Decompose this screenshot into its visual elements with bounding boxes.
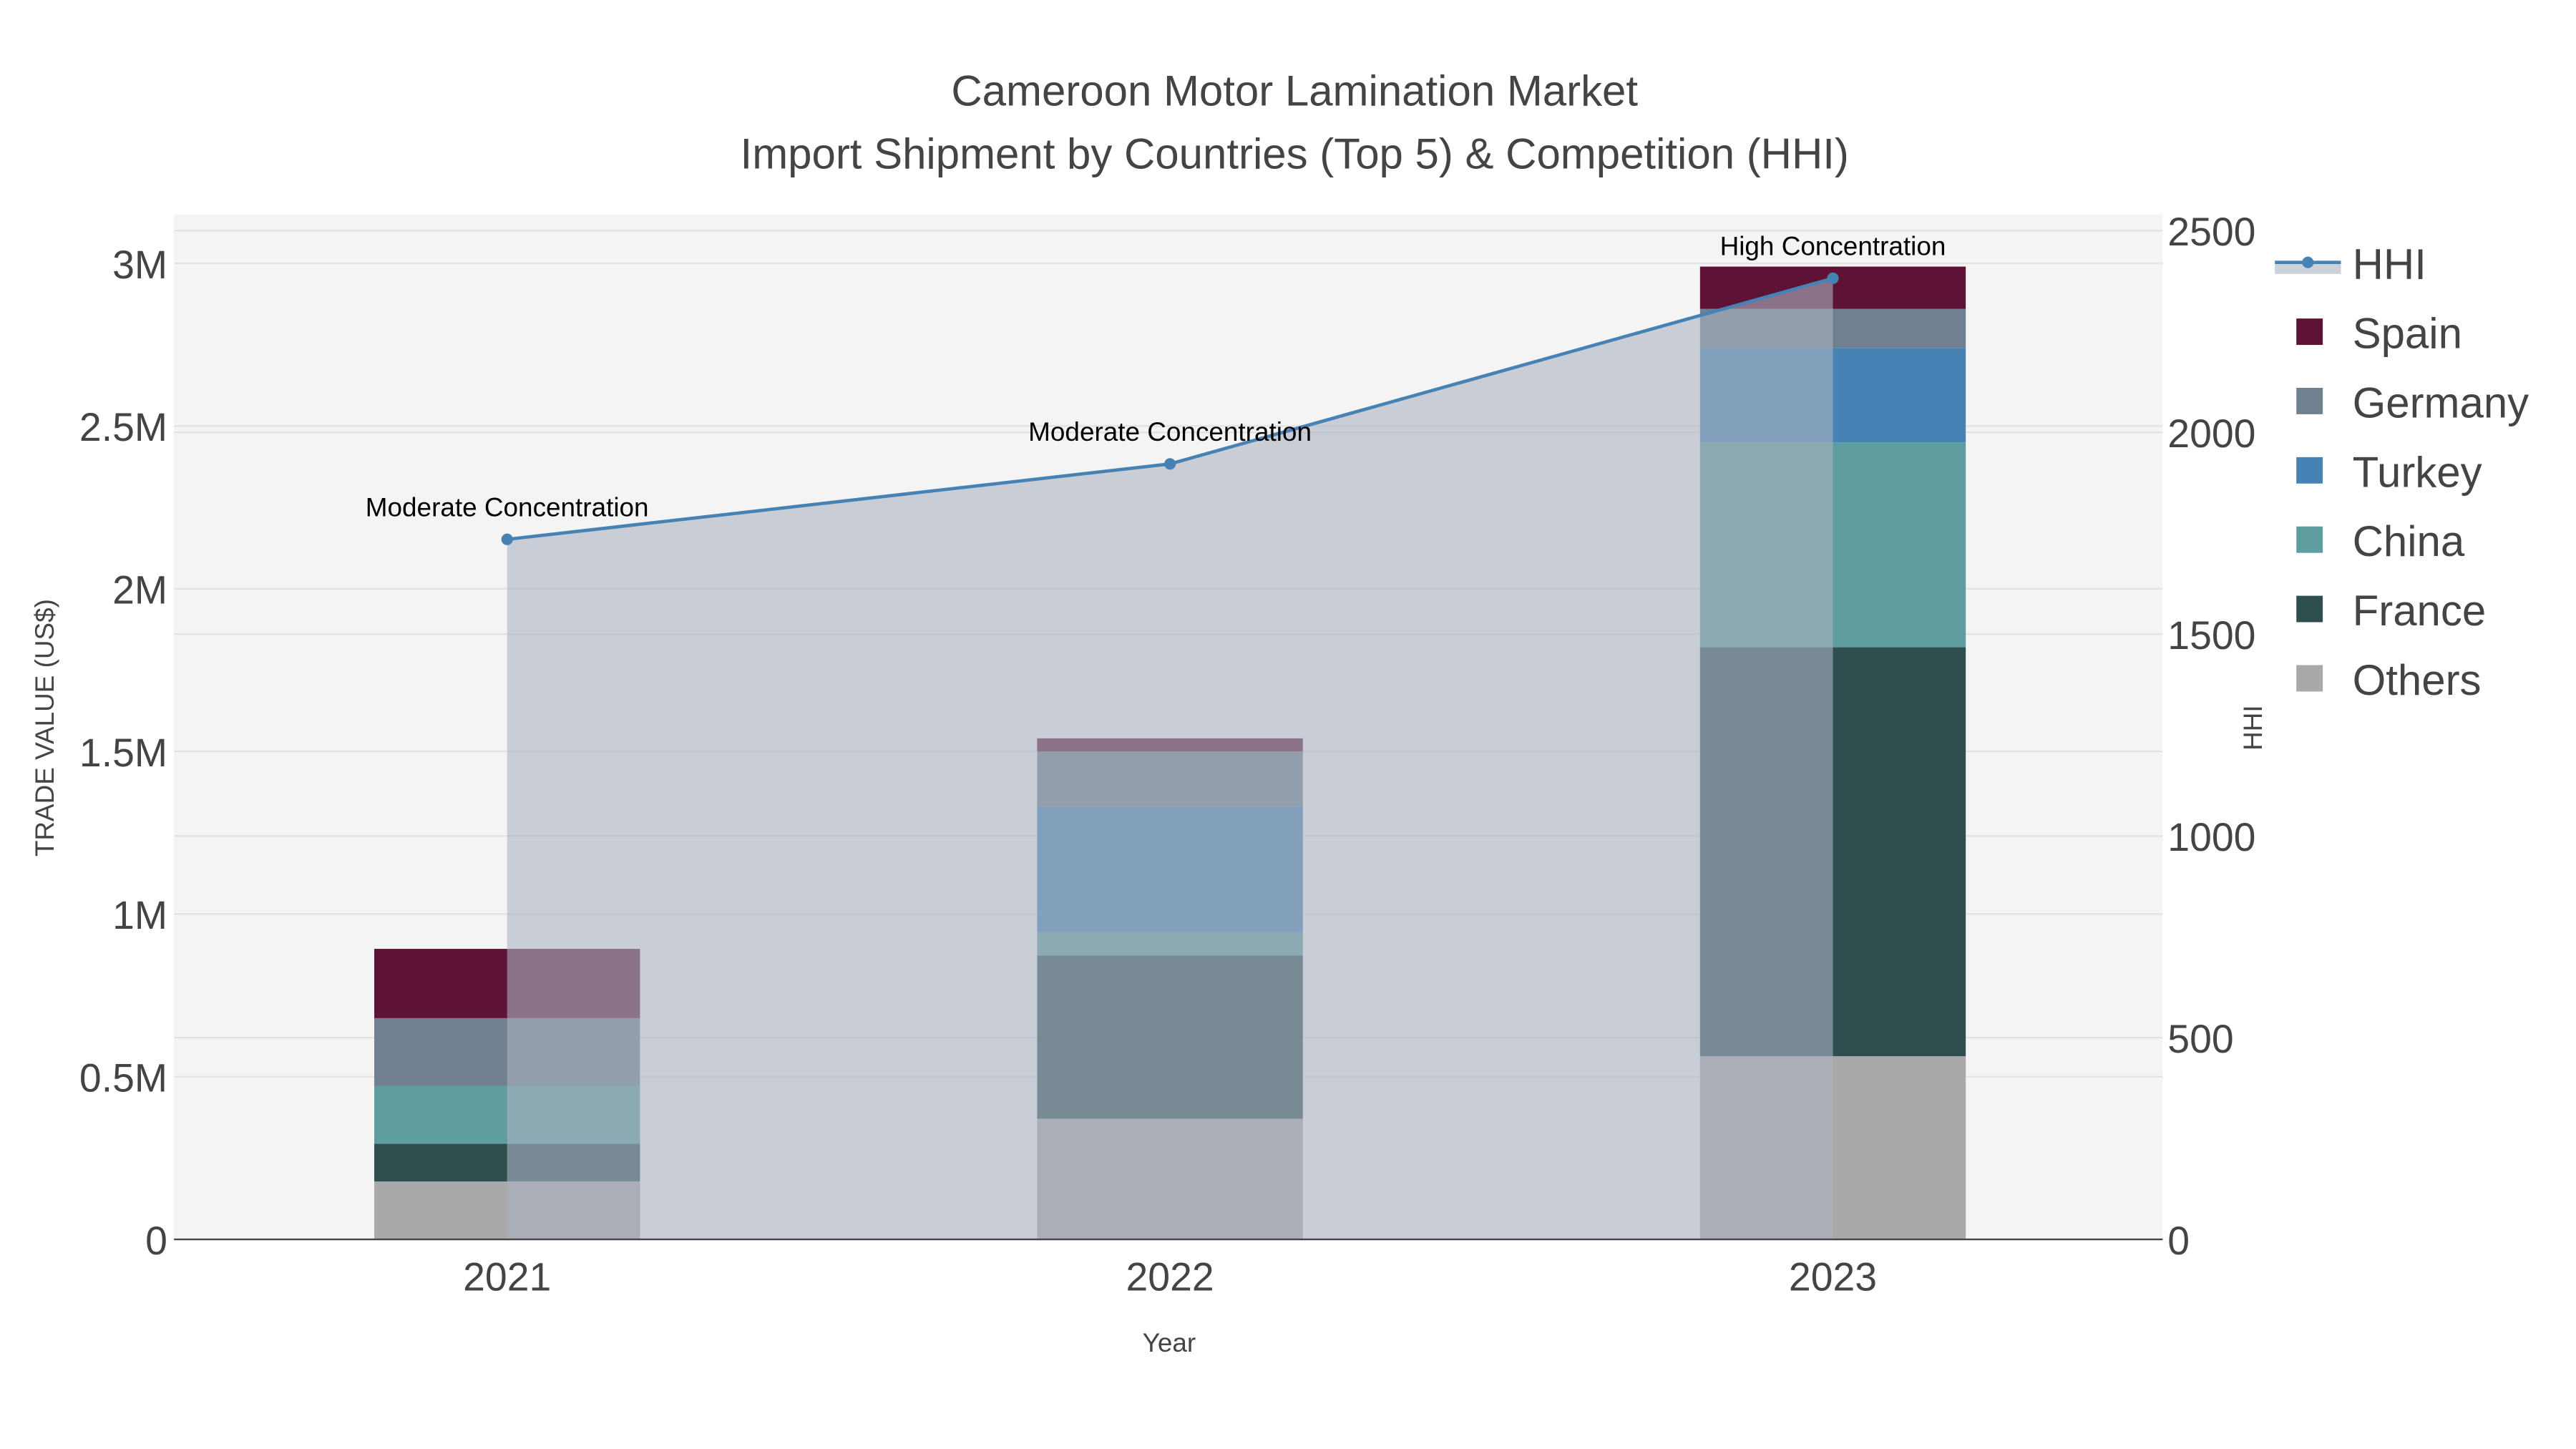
hhi-point-2023[interactable] <box>1827 272 1839 284</box>
y-tick-label: 1.5M <box>79 731 167 775</box>
legend-item-hhi[interactable]: HHI <box>2275 240 2426 288</box>
y2-axis-title: HHI <box>2238 705 2268 751</box>
legend-item-germany[interactable]: Germany <box>2296 379 2529 427</box>
legend-label: Germany <box>2353 379 2529 427</box>
y-tick-label: 0.5M <box>79 1056 167 1101</box>
y-tick-label: 3M <box>112 243 167 287</box>
legend-swatch <box>2296 387 2323 414</box>
y-tick-label: 2.5M <box>79 405 167 449</box>
legend-swatch <box>2296 457 2323 484</box>
x-tick-label: 2023 <box>1789 1255 1877 1299</box>
y2-tick-label: 0 <box>2167 1219 2190 1263</box>
legend-item-france[interactable]: France <box>2296 587 2486 635</box>
y-tick-label: 0 <box>145 1219 167 1263</box>
legend-label: France <box>2353 587 2487 635</box>
legend-swatch <box>2296 526 2323 553</box>
x-axis-title: Year <box>1143 1328 1196 1357</box>
chart-subtitle: Import Shipment by Countries (Top 5) & C… <box>741 130 1849 177</box>
chart-title: Cameroon Motor Lamination Market <box>951 67 1638 115</box>
legend-label: Spain <box>2353 310 2462 358</box>
legend-marker <box>2302 256 2314 268</box>
legend-item-spain[interactable]: Spain <box>2296 310 2462 358</box>
y2-tick-label: 2000 <box>2167 411 2255 456</box>
y2-tick-label: 500 <box>2167 1017 2233 1061</box>
legend-label: HHI <box>2353 240 2426 288</box>
hhi-annotation: High Concentration <box>1720 232 1946 261</box>
hhi-point-2021[interactable] <box>501 533 513 545</box>
legend-label: Others <box>2353 656 2482 704</box>
legend-swatch <box>2296 595 2323 623</box>
x-tick-label: 2022 <box>1126 1255 1214 1299</box>
x-tick-label: 2021 <box>463 1255 551 1299</box>
y-tick-label: 2M <box>112 567 167 612</box>
legend-swatch <box>2296 665 2323 692</box>
legend-item-others[interactable]: Others <box>2296 656 2482 704</box>
y-tick-label: 1M <box>112 893 167 937</box>
y2-tick-label: 1500 <box>2167 613 2255 658</box>
legend-item-turkey[interactable]: Turkey <box>2296 448 2482 496</box>
hhi-point-2022[interactable] <box>1164 458 1176 470</box>
hhi-annotation: Moderate Concentration <box>1028 417 1312 447</box>
y-axis-title: TRADE VALUE (US$) <box>30 599 59 857</box>
chart: Cameroon Motor Lamination Market Import … <box>30 67 2529 1357</box>
legend-label: China <box>2353 517 2465 565</box>
legend-label: Turkey <box>2353 448 2482 496</box>
legend-swatch <box>2296 318 2323 346</box>
hhi-annotation: Moderate Concentration <box>366 492 649 522</box>
y2-tick-label: 1000 <box>2167 815 2255 859</box>
legend-item-china[interactable]: China <box>2296 517 2465 565</box>
y2-tick-label: 2500 <box>2167 210 2255 254</box>
